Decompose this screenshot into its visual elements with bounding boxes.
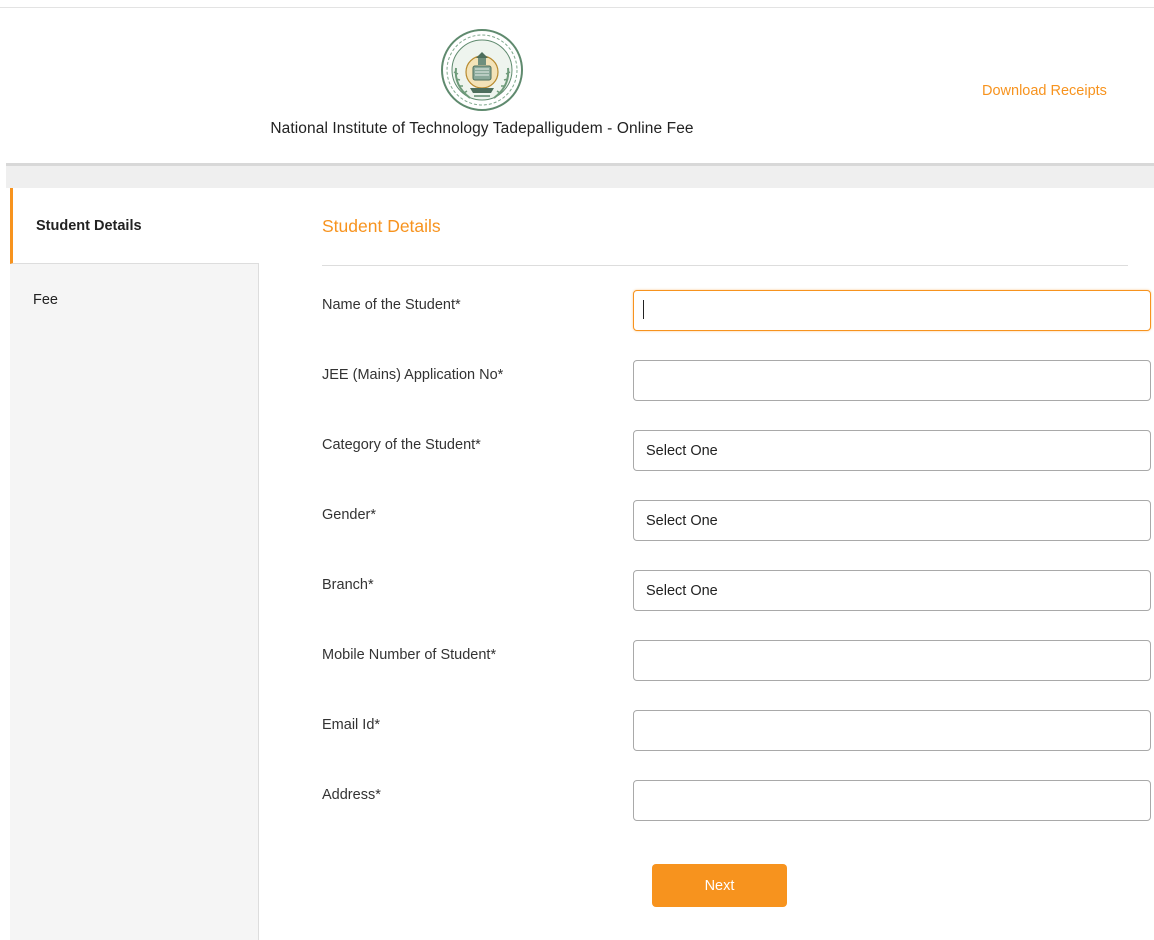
email-input[interactable]: [633, 710, 1151, 751]
gender-select[interactable]: Select One: [633, 500, 1151, 541]
site-header: National Institute of Technology Tadepal…: [0, 8, 1154, 164]
sidebar-item-student-details[interactable]: Student Details: [10, 188, 259, 264]
sidebar-item-label: Student Details: [36, 218, 142, 234]
address-label: Address*: [322, 787, 381, 803]
mobile-label: Mobile Number of Student*: [322, 647, 497, 663]
mobile-input[interactable]: [633, 640, 1151, 681]
student-name-label: Name of the Student*: [322, 297, 461, 313]
gender-select-value: Select One: [646, 512, 718, 529]
next-button[interactable]: Next: [652, 864, 787, 907]
download-receipts-link[interactable]: Download Receipts: [982, 83, 1107, 99]
text-cursor: [643, 300, 644, 319]
sidebar-item-label: Fee: [33, 292, 58, 308]
category-label: Category of the Student*: [322, 437, 481, 453]
category-select-value: Select One: [646, 442, 718, 459]
gender-label: Gender*: [322, 507, 377, 523]
section-title: Student Details: [322, 216, 441, 236]
address-input[interactable]: [633, 780, 1151, 821]
category-select[interactable]: Select One: [633, 430, 1151, 471]
student-name-input[interactable]: [633, 290, 1151, 331]
header-band: [6, 166, 1154, 188]
sidebar-item-fee[interactable]: Fee: [10, 264, 259, 340]
email-label: Email Id*: [322, 717, 381, 733]
section-divider: [322, 265, 1128, 266]
page-title: National Institute of Technology Tadepal…: [270, 120, 694, 137]
jee-application-input[interactable]: [633, 360, 1151, 401]
sidebar: Student Details Fee: [10, 188, 259, 940]
jee-application-label: JEE (Mains) Application No*: [322, 367, 504, 383]
institute-emblem-icon: [440, 28, 524, 112]
branch-select-value: Select One: [646, 582, 718, 599]
branch-label: Branch*: [322, 577, 374, 593]
branch-select[interactable]: Select One: [633, 570, 1151, 611]
